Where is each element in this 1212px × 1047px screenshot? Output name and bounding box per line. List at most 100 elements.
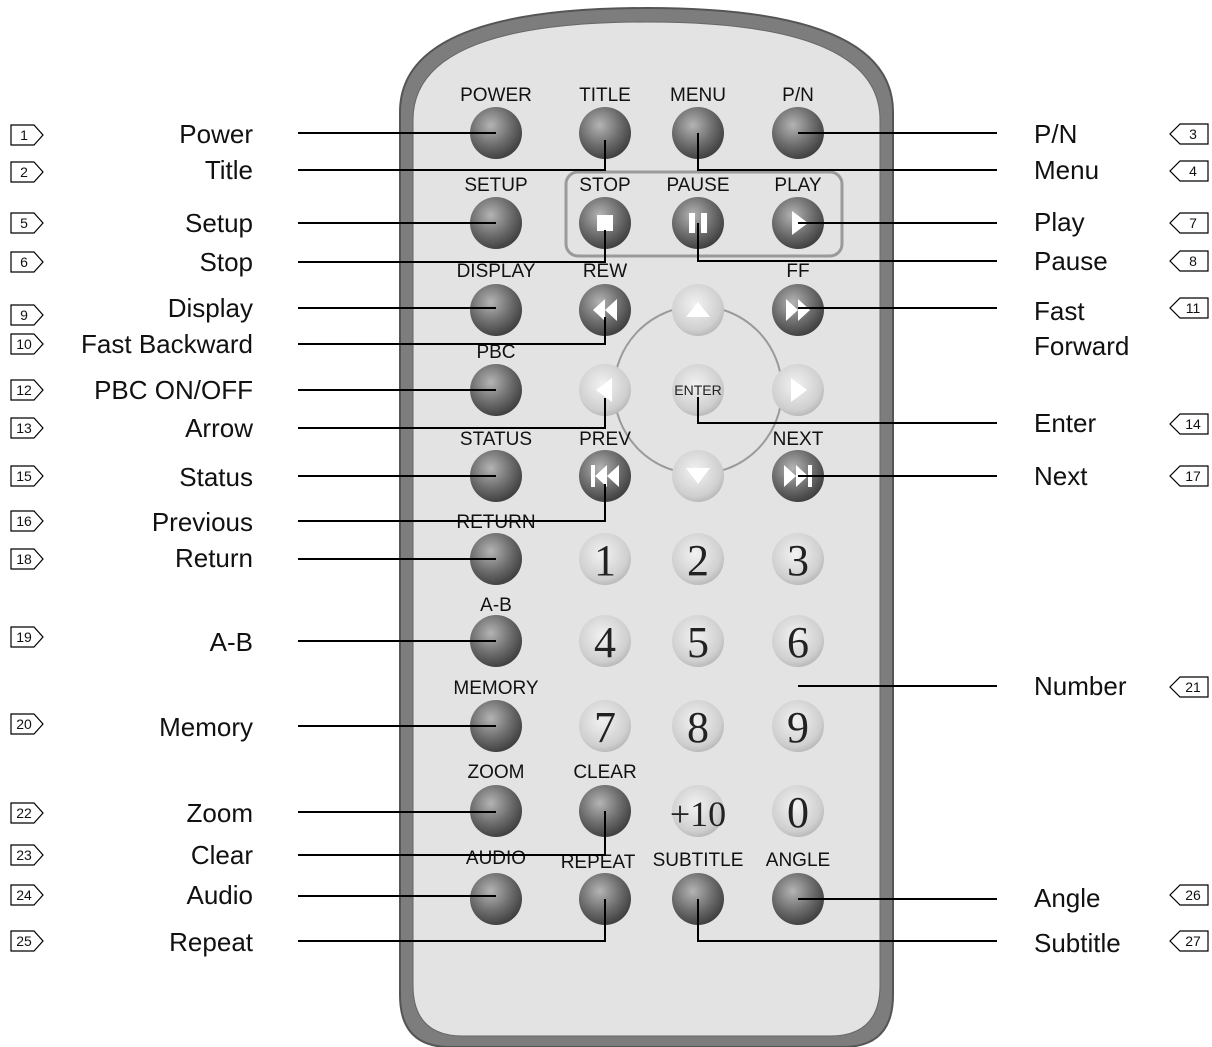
- callout-number: 18: [16, 551, 32, 567]
- audio-button[interactable]: AUDIO: [466, 848, 526, 925]
- callout-play: Play 7: [1034, 207, 1209, 237]
- callout-label: P/N: [1034, 119, 1077, 149]
- callout-memory: 20 Memory: [10, 712, 253, 742]
- callout-audio: 24 Audio: [10, 880, 254, 910]
- digit-1-label: 1: [594, 536, 616, 585]
- callout-label: Zoom: [187, 798, 253, 828]
- callout-label: PBC ON/OFF: [94, 375, 253, 405]
- pbc-button[interactable]: PBC: [470, 342, 522, 416]
- callout-status: 15 Status: [10, 462, 253, 492]
- digit-2-label: 2: [687, 536, 709, 585]
- callout-ab: 19 A-B: [10, 626, 253, 657]
- next-button[interactable]: NEXT: [772, 429, 824, 502]
- callout-number: Number 21: [1034, 671, 1209, 701]
- ff-button-label: FF: [786, 261, 809, 282]
- angle-button-label: ANGLE: [766, 850, 830, 871]
- digit-8-button[interactable]: 8: [672, 700, 724, 752]
- up-arrow-button[interactable]: [672, 284, 724, 336]
- callout-number: 24: [16, 887, 32, 903]
- callout-number: 5: [20, 215, 28, 231]
- callout-label: Clear: [191, 840, 253, 870]
- prev-button-label: PREV: [579, 429, 631, 450]
- right-arrow-button[interactable]: [772, 364, 824, 416]
- power-button-label: POWER: [460, 85, 532, 106]
- callout-label: Display: [168, 293, 253, 323]
- callout-number: 17: [1185, 468, 1201, 484]
- memory-button-label: MEMORY: [453, 678, 538, 699]
- callout-stop: 6 Stop: [10, 247, 254, 277]
- callout-return: 18 Return: [10, 543, 253, 573]
- callout-angle: Angle 26: [1034, 883, 1209, 913]
- callout-number: 2: [20, 164, 28, 180]
- callout-label: Stop: [200, 247, 254, 277]
- callout-number: 7: [1189, 215, 1197, 231]
- down-arrow-button[interactable]: [672, 450, 724, 502]
- zoom-button[interactable]: ZOOM: [468, 762, 525, 837]
- callout-power: 1 Power: [10, 119, 253, 149]
- digit-4-button[interactable]: 4: [579, 615, 631, 667]
- pbc-button-label: PBC: [476, 342, 515, 363]
- setup-button-label: SETUP: [464, 175, 527, 196]
- next-button-label: NEXT: [773, 429, 824, 450]
- digit-5-button[interactable]: 5: [672, 615, 724, 667]
- callout-number: 10: [16, 336, 32, 352]
- digit-3-button[interactable]: 3: [772, 533, 824, 585]
- callout-label: Fast: [1034, 296, 1085, 326]
- digit-0-button[interactable]: 0: [772, 785, 824, 837]
- digit-2-button[interactable]: 2: [672, 533, 724, 585]
- digit-0-label: 0: [787, 788, 809, 837]
- pn-button-label: P/N: [782, 85, 814, 106]
- callout-number: 26: [1185, 887, 1201, 903]
- callout-number: 19: [16, 629, 32, 645]
- play-button-label: PLAY: [774, 175, 822, 196]
- digit-9-label: 9: [787, 703, 809, 752]
- callout-number: 3: [1189, 126, 1197, 142]
- callout-label: Audio: [187, 880, 254, 910]
- pause-button-label: PAUSE: [666, 175, 729, 196]
- callout-number: 14: [1185, 416, 1201, 432]
- subtitle-button-label: SUBTITLE: [653, 850, 744, 871]
- callout-menu: Menu 4: [1034, 155, 1209, 185]
- left-callouts: 1 Power 2 Title 5 Setup 6 Stop 9 Display…: [10, 119, 254, 957]
- callout-label: Pause: [1034, 246, 1108, 276]
- callout-display: 9 Display: [10, 293, 253, 326]
- callout-number: 13: [16, 420, 32, 436]
- callout-label: Title: [205, 155, 253, 185]
- callout-number: 9: [20, 307, 28, 323]
- callout-previous: 16 Previous: [10, 507, 253, 537]
- callout-next: Next 17: [1034, 461, 1209, 491]
- callout-label: Repeat: [169, 927, 254, 957]
- callout-label: Next: [1034, 461, 1088, 491]
- callout-setup: 5 Setup: [10, 208, 253, 238]
- digit-1-button[interactable]: 1: [579, 533, 631, 585]
- digit-8-label: 8: [687, 703, 709, 752]
- callout-pbc: 12 PBC ON/OFF: [10, 375, 253, 405]
- digit-plus10-label: +10: [670, 794, 726, 834]
- callout-number: 23: [16, 847, 32, 863]
- rew-button-label: REW: [583, 261, 627, 282]
- callout-arrow: 13 Arrow: [10, 413, 253, 443]
- callout-label: Return: [175, 543, 253, 573]
- callout-label: Menu: [1034, 155, 1099, 185]
- callout-label: A-B: [210, 627, 253, 657]
- enter-button-label: ENTER: [674, 382, 721, 398]
- audio-button-label: AUDIO: [466, 848, 526, 869]
- callout-number: 27: [1185, 933, 1201, 949]
- callout-label: Power: [179, 119, 253, 149]
- digit-7-label: 7: [594, 703, 616, 752]
- stop-button-label: STOP: [579, 175, 630, 196]
- callout-label: Subtitle: [1034, 928, 1121, 958]
- callout-title: 2 Title: [10, 155, 253, 185]
- ab-button-label: A-B: [480, 595, 512, 616]
- digit-9-button[interactable]: 9: [772, 700, 824, 752]
- callout-label: Number: [1034, 671, 1127, 701]
- digit-7-button[interactable]: 7: [579, 700, 631, 752]
- callout-fast-backward: 10 Fast Backward: [10, 329, 253, 359]
- clear-button-label: CLEAR: [573, 762, 636, 783]
- digit-6-button[interactable]: 6: [772, 615, 824, 667]
- play-button[interactable]: PLAY: [772, 175, 824, 249]
- callout-number: 20: [16, 716, 32, 732]
- callout-number: 25: [16, 933, 32, 949]
- callout-number: 1: [20, 127, 28, 143]
- remote-diagram: POWER TITLE MENU P/N SETUP STOP PAUSE PL…: [0, 0, 1212, 1047]
